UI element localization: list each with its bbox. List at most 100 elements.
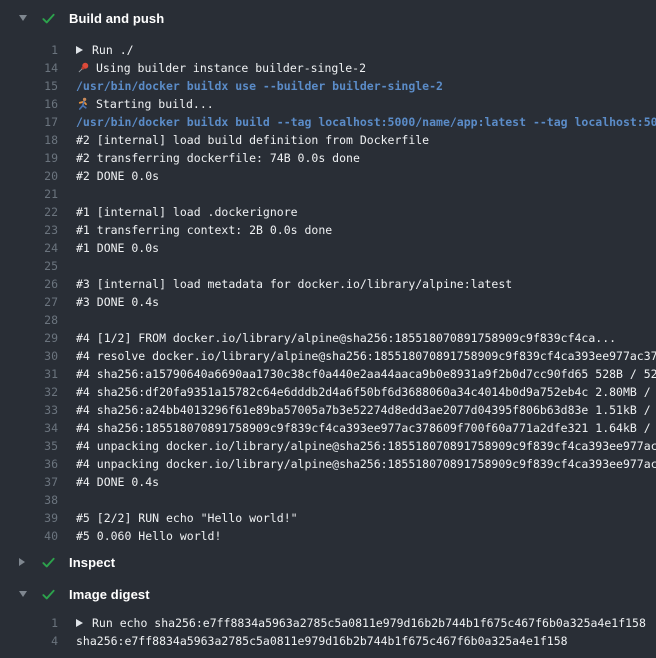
- section-title: Build and push: [69, 11, 164, 26]
- log-line: 30 #4 resolve docker.io/library/alpine@sh…: [0, 347, 656, 365]
- log-text: /usr/bin/docker buildx use --builder bui…: [76, 77, 443, 95]
- log-content: #1 [internal] load .dockerignore: [76, 203, 298, 221]
- line-number[interactable]: 28: [0, 311, 58, 329]
- log-content: #4 sha256:df20fa9351a15782c64e6dddb2d4a6…: [76, 383, 656, 401]
- line-number[interactable]: 35: [0, 437, 58, 455]
- log-text: #4 sha256:a15790640a6690aa1730c38cf0a440…: [76, 365, 656, 383]
- log-content: #5 [2/2] RUN echo "Hello world!": [76, 509, 298, 527]
- line-number[interactable]: 33: [0, 401, 58, 419]
- log-line: 17/usr/bin/docker buildx build --tag loc…: [0, 113, 656, 131]
- line-number[interactable]: 39: [0, 509, 58, 527]
- log-text: #4 sha256:a24bb4013296f61e89ba57005a7b3e…: [76, 401, 656, 419]
- log-content: #1 DONE 0.0s: [76, 239, 159, 257]
- log-content: /usr/bin/docker buildx build --tag local…: [76, 113, 656, 131]
- line-number[interactable]: 40: [0, 527, 58, 545]
- log-line: 16 Starting build...: [0, 95, 656, 113]
- line-number[interactable]: 24: [0, 239, 58, 257]
- check-success-icon: [41, 587, 56, 602]
- log-line: 31 #4 sha256:a15790640a6690aa1730c38cf0a4…: [0, 365, 656, 383]
- log-content: #2 [internal] load build definition from…: [76, 131, 429, 149]
- log-line: 21: [0, 185, 656, 203]
- run-expand-icon[interactable]: [76, 619, 83, 627]
- log-text: #4 DONE 0.4s: [76, 473, 159, 491]
- line-number[interactable]: 21: [0, 185, 58, 203]
- log-content: #1 transferring context: 2B 0.0s done: [76, 221, 332, 239]
- log-text: Run echo sha256:e7ff8834a5963a2785c5a081…: [92, 614, 646, 632]
- section-header-build-and-push[interactable]: Build and push: [0, 0, 656, 36]
- run-expand-icon[interactable]: [76, 46, 83, 54]
- line-number[interactable]: 14: [0, 59, 58, 77]
- line-number[interactable]: 16: [0, 95, 58, 113]
- log-line: 33 #4 sha256:a24bb4013296f61e89ba57005a7b…: [0, 401, 656, 419]
- log-text: #4 unpacking docker.io/library/alpine@sh…: [76, 437, 656, 455]
- line-number[interactable]: 37: [0, 473, 58, 491]
- log-text: #1 DONE 0.0s: [76, 239, 159, 257]
- log-text: #5 0.060 Hello world!: [76, 527, 221, 545]
- log-text: /usr/bin/docker buildx build --tag local…: [76, 113, 656, 131]
- log-text: Using builder instance builder-single-2: [96, 59, 366, 77]
- line-number[interactable]: 4: [0, 632, 58, 650]
- log-content: sha256:e7ff8834a5963a2785c5a0811e979d16b…: [76, 632, 568, 650]
- log-line: 39 #5 [2/2] RUN echo "Hello world!": [0, 509, 656, 527]
- log-text: Run ./: [92, 41, 134, 59]
- line-number[interactable]: 26: [0, 275, 58, 293]
- log-content: Run ./: [76, 41, 134, 59]
- section-header-inspect[interactable]: Inspect: [0, 548, 656, 576]
- log-line: 32 #4 sha256:df20fa9351a15782c64e6dddb2d4…: [0, 383, 656, 401]
- log-text: #2 DONE 0.0s: [76, 167, 159, 185]
- section-log-build-and-push: 1 Run ./ 14 Using builder instance builder-…: [0, 36, 656, 548]
- line-number[interactable]: 22: [0, 203, 58, 221]
- log-line: 1 Run echo sha256:e7ff8834a5963a2785c5a08…: [0, 614, 656, 632]
- line-number[interactable]: 15: [0, 77, 58, 95]
- log-line: 25: [0, 257, 656, 275]
- log-content: #3 [internal] load metadata for docker.i…: [76, 275, 512, 293]
- line-number[interactable]: 17: [0, 113, 58, 131]
- log-content: #4 unpacking docker.io/library/alpine@sh…: [76, 437, 656, 455]
- log-line: 36 #4 unpacking docker.io/library/alpine@…: [0, 455, 656, 473]
- line-number[interactable]: 31: [0, 365, 58, 383]
- log-line: 15/usr/bin/docker buildx use --builder b…: [0, 77, 656, 95]
- line-number[interactable]: 36: [0, 455, 58, 473]
- chevron-down-icon: [19, 591, 31, 597]
- line-number[interactable]: 1: [0, 614, 58, 632]
- line-number[interactable]: 19: [0, 149, 58, 167]
- log-content: #4 sha256:185518070891758909c9f839cf4ca3…: [76, 419, 656, 437]
- line-number[interactable]: 34: [0, 419, 58, 437]
- workflow-log: Build and push1Run ./14Using builder ins…: [0, 0, 656, 658]
- log-content: #4 [1/2] FROM docker.io/library/alpine@s…: [76, 329, 616, 347]
- section-header-image-digest[interactable]: Image digest: [0, 580, 656, 608]
- log-text: #4 sha256:df20fa9351a15782c64e6dddb2d4a6…: [76, 383, 656, 401]
- log-text: #1 transferring context: 2B 0.0s done: [76, 221, 332, 239]
- log-line: 29 #4 [1/2] FROM docker.io/library/alpine…: [0, 329, 656, 347]
- log-line: 27 #3 DONE 0.4s: [0, 293, 656, 311]
- line-number[interactable]: 25: [0, 257, 58, 275]
- log-text: Starting build...: [96, 95, 214, 113]
- line-number[interactable]: 38: [0, 491, 58, 509]
- log-text: #1 [internal] load .dockerignore: [76, 203, 298, 221]
- log-content: #3 DONE 0.4s: [76, 293, 159, 311]
- line-number[interactable]: 27: [0, 293, 58, 311]
- log-content: #5 0.060 Hello world!: [76, 527, 221, 545]
- log-content: #4 sha256:a15790640a6690aa1730c38cf0a440…: [76, 365, 656, 383]
- line-number[interactable]: 32: [0, 383, 58, 401]
- line-number[interactable]: 18: [0, 131, 58, 149]
- log-content: Using builder instance builder-single-2: [76, 59, 366, 77]
- log-content: #4 unpacking docker.io/library/alpine@sh…: [76, 455, 656, 473]
- log-line: 4 sha256:e7ff8834a5963a2785c5a0811e979d16…: [0, 632, 656, 650]
- log-line: 38: [0, 491, 656, 509]
- log-line: 35 #4 unpacking docker.io/library/alpine@…: [0, 437, 656, 455]
- line-number[interactable]: 30: [0, 347, 58, 365]
- log-line: 19#2 transferring dockerfile: 74B 0.0s d…: [0, 149, 656, 167]
- log-text: #4 resolve docker.io/library/alpine@sha2…: [76, 347, 656, 365]
- line-number[interactable]: 20: [0, 167, 58, 185]
- log-content: /usr/bin/docker buildx use --builder bui…: [76, 77, 443, 95]
- chevron-down-icon: [19, 15, 31, 21]
- check-success-icon: [41, 555, 56, 570]
- log-content: #4 DONE 0.4s: [76, 473, 159, 491]
- line-number[interactable]: 23: [0, 221, 58, 239]
- log-line: 1 Run ./: [0, 41, 656, 59]
- runner-icon: [76, 97, 96, 111]
- line-number[interactable]: 29: [0, 329, 58, 347]
- line-number[interactable]: 1: [0, 41, 58, 59]
- log-line: 37 #4 DONE 0.4s: [0, 473, 656, 491]
